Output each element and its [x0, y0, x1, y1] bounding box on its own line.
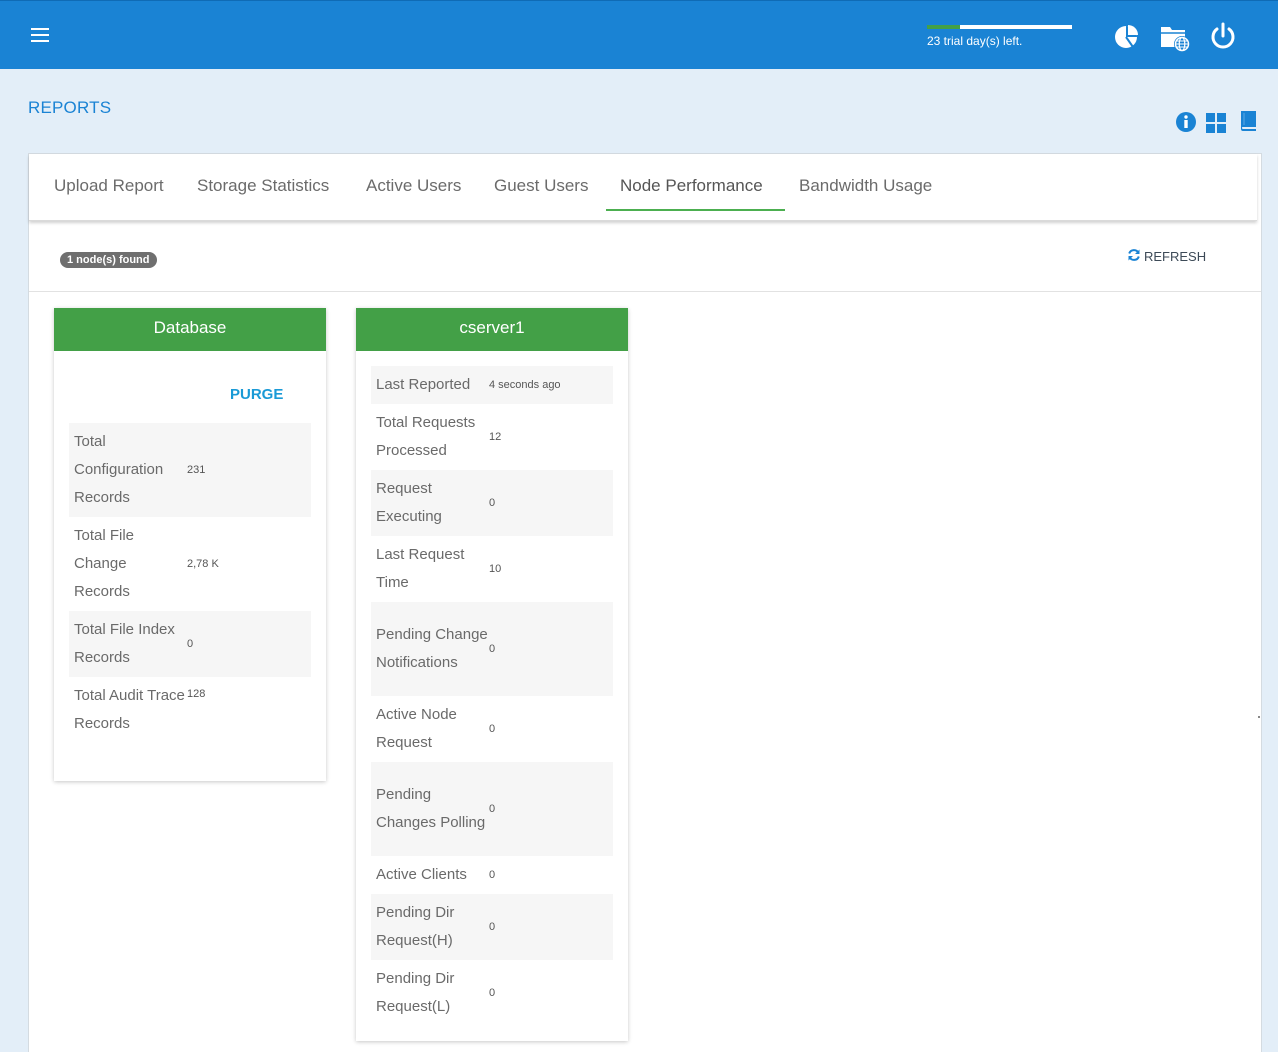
- row-label: Last Request Time: [376, 546, 465, 591]
- nodes-found-badge: 1 node(s) found: [60, 252, 157, 268]
- trial-progress-bar: [927, 25, 1072, 29]
- srv-row-pending-change-notifications: Pending Change Notifications 0: [371, 602, 613, 696]
- pie-chart-icon[interactable]: [1112, 21, 1142, 51]
- book-icon[interactable]: [1238, 109, 1260, 133]
- tab-guest-users[interactable]: Guest Users: [494, 176, 588, 196]
- srv-row-pending-dir-request-l: Pending Dir Request(L) 0: [371, 960, 613, 1026]
- row-label: Active Node Request: [376, 706, 457, 751]
- tab-bandwidth-usage[interactable]: Bandwidth Usage: [799, 176, 932, 196]
- scroll-indicator: [1258, 716, 1260, 718]
- page-title: REPORTS: [28, 98, 112, 117]
- trial-text: 23 trial day(s) left.: [927, 34, 1023, 48]
- srv-row-active-node-request: Active Node Request 0: [371, 696, 613, 762]
- srv-row-pending-changes-polling: Pending Changes Polling 0: [371, 762, 613, 856]
- refresh-icon: [1127, 248, 1141, 265]
- refresh-button[interactable]: REFRESH: [1127, 248, 1206, 265]
- row-label: Total Audit Trace Records: [74, 687, 185, 732]
- power-icon[interactable]: [1208, 21, 1238, 51]
- report-tabs: Upload Report Storage Statistics Active …: [29, 154, 1257, 221]
- row-label: Pending Dir Request(L): [376, 970, 455, 1015]
- row-label: Pending Change Notifications: [376, 626, 488, 671]
- tab-active-users[interactable]: Active Users: [366, 176, 461, 196]
- row-label: Active Clients: [376, 866, 467, 883]
- row-value: 0: [489, 723, 496, 735]
- tab-storage-statistics[interactable]: Storage Statistics: [197, 176, 329, 196]
- row-value: 4 seconds ago: [489, 379, 561, 391]
- db-row-file-index-records: Total File Index Records 0: [69, 611, 311, 677]
- report-panel: Upload Report Storage Statistics Active …: [28, 153, 1262, 1052]
- top-bar: 23 trial day(s) left.: [0, 0, 1278, 69]
- row-value: 0: [489, 643, 496, 655]
- server-card: cserver1 Last Reported 4 seconds ago Tot…: [356, 308, 628, 1041]
- srv-row-last-request-time: Last Request Time 10: [371, 536, 613, 602]
- srv-row-last-reported: Last Reported 4 seconds ago: [371, 366, 613, 404]
- row-value: 0: [489, 497, 496, 509]
- trial-indicator: 23 trial day(s) left.: [927, 25, 1072, 48]
- db-row-audit-trace-records: Total Audit Trace Records 128: [69, 677, 311, 743]
- db-row-file-change-records: Total File Change Records 2,78 K: [69, 517, 311, 611]
- row-value: 231: [187, 464, 206, 476]
- row-value: 0: [489, 987, 496, 999]
- srv-row-request-executing: Request Executing 0: [371, 470, 613, 536]
- srv-row-total-requests: Total Requests Processed 12: [371, 404, 613, 470]
- row-value: 0: [489, 869, 496, 881]
- row-label: Total Requests Processed: [376, 414, 476, 459]
- row-label: Pending Dir Request(H): [376, 904, 455, 949]
- db-row-config-records: Total Configuration Records 231: [69, 423, 311, 517]
- row-value: 0: [187, 638, 194, 650]
- toolbar-divider: [29, 291, 1261, 292]
- row-label: Pending Changes Polling: [376, 786, 486, 831]
- srv-row-active-clients: Active Clients 0: [371, 856, 613, 894]
- row-label: Total Configuration Records: [74, 433, 164, 506]
- tab-upload-report[interactable]: Upload Report: [54, 176, 164, 196]
- active-tab-indicator: [606, 209, 785, 211]
- menu-icon[interactable]: [31, 28, 49, 44]
- srv-row-pending-dir-request-h: Pending Dir Request(H) 0: [371, 894, 613, 960]
- row-value: 10: [489, 563, 502, 575]
- row-value: 2,78 K: [187, 558, 219, 570]
- row-label: Last Reported: [376, 376, 471, 393]
- database-card: Database PURGE Total Configuration Recor…: [54, 308, 326, 781]
- refresh-label: REFRESH: [1144, 249, 1207, 264]
- row-value: 0: [489, 803, 496, 815]
- database-card-title: Database: [54, 308, 326, 351]
- grid-view-icon[interactable]: [1206, 113, 1228, 137]
- tab-node-performance[interactable]: Node Performance: [620, 176, 763, 196]
- row-value: 0: [489, 921, 496, 933]
- server-card-title: cserver1: [356, 308, 628, 351]
- info-icon[interactable]: [1175, 111, 1197, 135]
- purge-button[interactable]: PURGE: [230, 386, 283, 403]
- row-label: Total File Index Records: [74, 621, 175, 666]
- row-value: 128: [187, 688, 206, 700]
- row-label: Total File Change Records: [74, 527, 135, 600]
- row-value: 12: [489, 431, 502, 443]
- row-label: Request Executing: [376, 480, 442, 525]
- folder-globe-icon[interactable]: [1160, 23, 1190, 53]
